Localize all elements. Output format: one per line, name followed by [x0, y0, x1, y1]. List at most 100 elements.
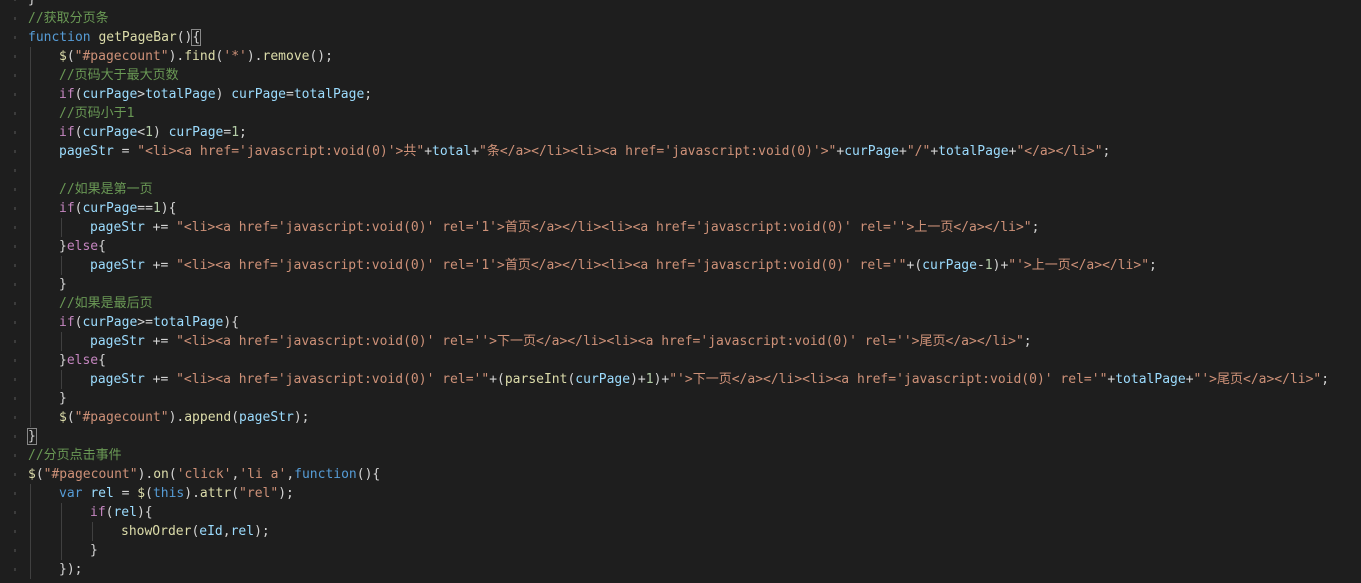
gutter-marker: [14, 131, 16, 134]
code-line[interactable]: showOrder(eId,rel);: [28, 522, 1361, 541]
code-editor[interactable]: }//获取分页条function getPageBar(){$("#pageco…: [0, 0, 1361, 583]
code-token: ;: [239, 125, 247, 140]
code-line[interactable]: [28, 161, 1361, 180]
code-text: pageStr += "<li><a href='javascript:void…: [90, 334, 1032, 349]
code-token: }: [90, 543, 98, 558]
indent-guide: [30, 275, 31, 294]
code-token: (: [231, 410, 240, 425]
code-line[interactable]: //页码小于1: [28, 104, 1361, 123]
code-token: <: [137, 125, 146, 140]
code-line[interactable]: if(curPage==1){: [28, 199, 1361, 218]
code-line[interactable]: if(curPage<1) curPage=1;: [28, 123, 1361, 142]
code-token: "<li><a href='javascript:void(0)' rel='1…: [176, 220, 1032, 235]
indent-guide: [30, 104, 31, 123]
code-token: "<li><a href='javascript:void(0)' rel='1…: [176, 258, 907, 273]
gutter-marker: [14, 378, 16, 381]
code-token: totalPage: [938, 144, 1009, 159]
code-line[interactable]: if(curPage>=totalPage){: [28, 313, 1361, 332]
code-token: totalPage: [152, 315, 224, 330]
code-line[interactable]: var rel = $(this).attr("rel");: [28, 484, 1361, 503]
code-token: "条</a></li><li><a href='javascript:void(…: [479, 144, 837, 159]
code-token: $: [59, 410, 67, 425]
code-token: $: [137, 486, 146, 501]
code-text: }else{: [59, 239, 106, 254]
code-line[interactable]: //页码大于最大页数: [28, 66, 1361, 85]
code-token: +: [471, 144, 480, 159]
code-line[interactable]: pageStr += "<li><a href='javascript:void…: [28, 332, 1361, 351]
indent-guide: [30, 560, 31, 579]
code-line[interactable]: if(curPage>totalPage) curPage=totalPage;: [28, 85, 1361, 104]
code-token: }: [59, 353, 67, 368]
code-token: ){: [223, 315, 240, 330]
code-line[interactable]: }: [28, 541, 1361, 560]
code-token: 1: [152, 201, 161, 216]
code-token: (){: [356, 467, 381, 482]
code-token: function: [294, 467, 357, 482]
code-text: //如果是第一页: [59, 182, 153, 197]
code-token: ==: [137, 201, 153, 216]
code-line[interactable]: //获取分页条: [28, 9, 1361, 28]
code-line[interactable]: pageStr += "<li><a href='javascript:void…: [28, 370, 1361, 389]
code-token: this: [152, 486, 185, 501]
code-token: +=: [144, 372, 177, 387]
code-token: +=: [144, 334, 177, 349]
indent-guide: [30, 66, 31, 85]
code-line[interactable]: }else{: [28, 237, 1361, 256]
code-line[interactable]: pageStr += "<li><a href='javascript:void…: [28, 218, 1361, 237]
code-line[interactable]: }: [28, 0, 1361, 9]
code-token: curPage: [844, 144, 900, 159]
code-token: +=: [144, 220, 177, 235]
code-token: eId: [199, 524, 223, 539]
code-line[interactable]: $("#pagecount").append(pageStr);: [28, 408, 1361, 427]
gutter-marker: [14, 302, 16, 305]
indent-guide: [30, 503, 31, 522]
code-token: totalPage: [145, 87, 216, 102]
code-token: totalPage: [1115, 372, 1186, 387]
gutter-marker: [14, 283, 16, 286]
code-text: }: [59, 277, 67, 292]
code-token: +: [1185, 372, 1194, 387]
code-line[interactable]: //分页点击事件: [28, 446, 1361, 465]
code-line[interactable]: if(rel){: [28, 503, 1361, 522]
code-line[interactable]: pageStr = "<li><a href='javascript:void(…: [28, 142, 1361, 161]
indent-guide: [30, 351, 31, 370]
code-line[interactable]: }: [28, 275, 1361, 294]
code-line[interactable]: //如果是最后页: [28, 294, 1361, 313]
code-line[interactable]: function getPageBar(){: [28, 28, 1361, 47]
code-token: ).: [246, 49, 263, 64]
code-line[interactable]: }: [28, 389, 1361, 408]
code-token: =: [113, 486, 138, 501]
code-line[interactable]: $("#pagecount").on('click','li a',functi…: [28, 465, 1361, 484]
code-token: 1: [145, 125, 153, 140]
indent-guide: [30, 522, 31, 541]
code-text: $("#pagecount").find('*').remove();: [59, 49, 333, 64]
indent-guide: [30, 370, 31, 389]
code-token: rel: [90, 486, 114, 501]
code-token: curPage: [922, 258, 977, 273]
code-line[interactable]: });: [28, 560, 1361, 579]
code-token: >=: [137, 315, 153, 330]
indent-guide: [30, 47, 31, 66]
code-line[interactable]: //如果是第一页: [28, 180, 1361, 199]
code-text: //分页点击事件: [28, 448, 122, 463]
code-line[interactable]: $("#pagecount").find('*').remove();: [28, 47, 1361, 66]
code-text: if(curPage>totalPage) curPage=totalPage;: [59, 87, 372, 102]
code-token: );: [278, 486, 294, 501]
gutter-marker: [14, 549, 16, 552]
gutter-marker: [14, 55, 16, 58]
code-token: }: [59, 391, 67, 406]
code-token: ;: [364, 87, 373, 102]
indent-guide: [30, 237, 31, 256]
code-token: curPage: [231, 87, 287, 102]
code-line[interactable]: pageStr += "<li><a href='javascript:void…: [28, 256, 1361, 275]
code-line[interactable]: }else{: [28, 351, 1361, 370]
indent-guide: [30, 256, 31, 275]
gutter-marker: [14, 169, 16, 172]
code-text: var rel = $(this).attr("rel");: [59, 486, 294, 501]
code-token: curPage: [168, 125, 224, 140]
code-token: 'li a': [239, 467, 287, 482]
code-area[interactable]: }//获取分页条function getPageBar(){$("#pageco…: [27, 0, 1361, 579]
code-token: on: [153, 467, 169, 482]
code-line[interactable]: }: [27, 427, 1361, 446]
code-token: showOrder: [121, 524, 192, 539]
